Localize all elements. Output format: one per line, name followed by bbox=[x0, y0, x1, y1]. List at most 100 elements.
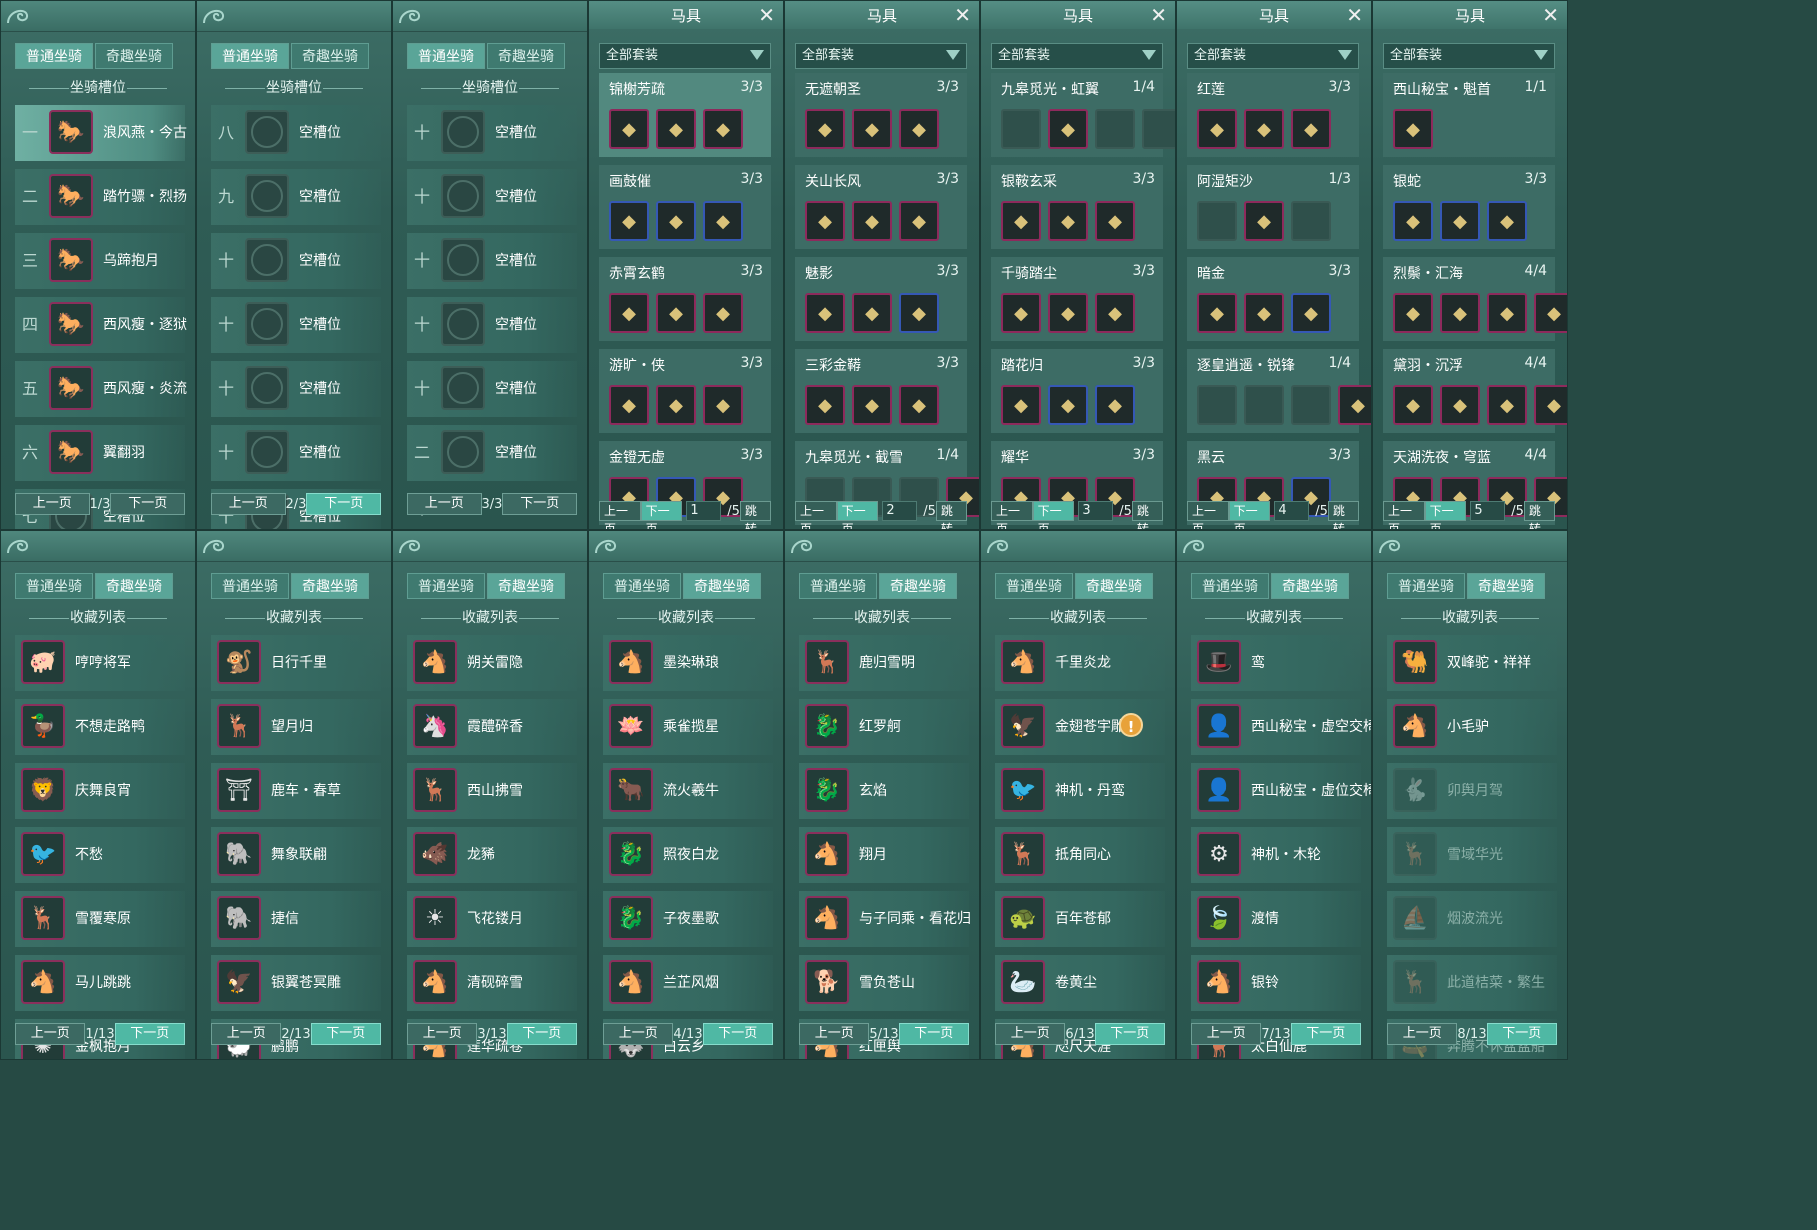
mount-slot-row[interactable]: 六 🐎 翼翻羽 bbox=[15, 425, 185, 481]
tack-item-icon[interactable]: ◆ bbox=[1095, 201, 1135, 241]
prev-page-button[interactable]: 上一页 bbox=[407, 493, 482, 515]
collection-row[interactable]: 🐦 神机・丹鸾 bbox=[995, 763, 1165, 819]
collection-row[interactable]: 🐉 玄焰 bbox=[799, 763, 969, 819]
tack-item-icon[interactable]: ◆ bbox=[1393, 293, 1433, 333]
collection-row[interactable]: 🐴 银铃 bbox=[1191, 955, 1361, 1011]
tack-set-card[interactable]: 锦榭芳疏 3/3 ◆ ◆ ◆ bbox=[599, 73, 771, 157]
tab-fun-mounts[interactable]: 奇趣坐骑 bbox=[487, 573, 565, 599]
mount-slot-row[interactable]: 三 🐎 乌蹄抱月 bbox=[15, 233, 185, 289]
prev-page-button[interactable]: 上一页 bbox=[599, 501, 641, 529]
tack-item-icon[interactable]: ◆ bbox=[1291, 109, 1331, 149]
empty-item-slot[interactable] bbox=[1095, 109, 1135, 149]
collection-row[interactable]: 🐕 雪负苍山 bbox=[799, 955, 969, 1011]
collection-row[interactable]: ⛩ 鹿车・春草 bbox=[211, 763, 381, 819]
set-filter-dropdown[interactable]: 全部套装 bbox=[1187, 43, 1359, 69]
tack-item-icon[interactable]: ◆ bbox=[1197, 293, 1237, 333]
tack-item-icon[interactable]: ◆ bbox=[609, 201, 649, 241]
tack-item-icon[interactable]: ◆ bbox=[1001, 293, 1041, 333]
collection-row[interactable]: 🐂 流火羲牛 bbox=[603, 763, 773, 819]
prev-page-button[interactable]: 上一页 bbox=[211, 1023, 282, 1045]
prev-page-button[interactable]: 上一页 bbox=[795, 501, 837, 529]
tack-item-icon[interactable]: ◆ bbox=[1440, 201, 1480, 241]
empty-item-slot[interactable] bbox=[1291, 201, 1331, 241]
mount-slot-row[interactable]: 十一 空槽位 bbox=[211, 297, 381, 390]
collection-row[interactable]: 🐉 子夜墨歌 bbox=[603, 891, 773, 947]
tack-item-icon[interactable]: ◆ bbox=[609, 385, 649, 425]
tack-set-card[interactable]: 魅影 3/3 ◆ ◆ ◆ bbox=[795, 257, 967, 341]
collection-row[interactable]: 🦌 抵角同心 bbox=[995, 827, 1165, 883]
next-page-button[interactable]: 下一页 bbox=[110, 493, 185, 515]
prev-page-button[interactable]: 上一页 bbox=[1191, 1023, 1262, 1045]
mount-slot-row[interactable]: 十七 空槽位 bbox=[407, 233, 577, 326]
next-page-button[interactable]: 下一页 bbox=[114, 1023, 185, 1045]
tack-item-icon[interactable]: ◆ bbox=[1487, 385, 1527, 425]
mount-slot-row[interactable]: 十九 空槽位 bbox=[407, 361, 577, 454]
alert-icon[interactable]: ! bbox=[1119, 713, 1143, 737]
collection-row[interactable]: 🐴 马儿跳跳 bbox=[15, 955, 185, 1011]
next-page-button[interactable]: 下一页 bbox=[1032, 501, 1075, 529]
next-page-button[interactable]: 下一页 bbox=[640, 501, 683, 529]
tab-normal-mounts[interactable]: 普通坐骑 bbox=[603, 573, 681, 599]
collection-row[interactable]: 🐴 清砚碎雪 bbox=[407, 955, 577, 1011]
next-page-button[interactable]: 下一页 bbox=[502, 493, 577, 515]
mount-slot-row[interactable]: 十 空槽位 bbox=[211, 233, 381, 289]
tab-normal-mounts[interactable]: 普通坐骑 bbox=[211, 43, 289, 69]
collection-row[interactable]: 🦌 雪域华光 bbox=[1387, 827, 1557, 883]
page-input[interactable]: 5 bbox=[1470, 501, 1506, 521]
next-page-button[interactable]: 下一页 bbox=[836, 501, 879, 529]
prev-page-button[interactable]: 上一页 bbox=[1187, 501, 1229, 529]
tack-item-icon[interactable]: ◆ bbox=[1095, 385, 1135, 425]
next-page-button[interactable]: 下一页 bbox=[1290, 1023, 1361, 1045]
tab-normal-mounts[interactable]: 普通坐骑 bbox=[995, 573, 1073, 599]
mount-slot-row[interactable]: 十八 空槽位 bbox=[407, 297, 577, 390]
close-icon[interactable]: ✕ bbox=[1346, 3, 1363, 27]
collection-row[interactable]: 🐫 双峰驼・祥祥 bbox=[1387, 635, 1557, 691]
tack-item-icon[interactable]: ◆ bbox=[609, 293, 649, 333]
jump-button[interactable]: 跳转 bbox=[935, 501, 967, 529]
collection-row[interactable]: 🐴 翔月 bbox=[799, 827, 969, 883]
tack-item-icon[interactable]: ◆ bbox=[852, 293, 892, 333]
tack-set-card[interactable]: 关山长风 3/3 ◆ ◆ ◆ bbox=[795, 165, 967, 249]
collection-row[interactable]: 🐦 不愁 bbox=[15, 827, 185, 883]
tack-item-icon[interactable]: ◆ bbox=[703, 109, 743, 149]
collection-row[interactable]: 🐴 小毛驴 bbox=[1387, 699, 1557, 755]
tack-item-icon[interactable]: ◆ bbox=[703, 201, 743, 241]
jump-button[interactable]: 跳转 bbox=[1327, 501, 1359, 529]
close-icon[interactable]: ✕ bbox=[758, 3, 775, 27]
mount-slot-row[interactable]: 十三 空槽位 bbox=[211, 425, 381, 518]
tack-item-icon[interactable]: ◆ bbox=[1048, 109, 1088, 149]
jump-button[interactable]: 跳转 bbox=[1523, 501, 1555, 529]
tab-fun-mounts[interactable]: 奇趣坐骑 bbox=[487, 43, 565, 69]
tack-item-icon[interactable]: ◆ bbox=[1291, 293, 1331, 333]
close-icon[interactable]: ✕ bbox=[954, 3, 971, 27]
tack-item-icon[interactable]: ◆ bbox=[703, 385, 743, 425]
prev-page-button[interactable]: 上一页 bbox=[995, 1023, 1066, 1045]
mount-slot-row[interactable]: 二 🐎 踏竹骠・烈扬 bbox=[15, 169, 187, 225]
tack-item-icon[interactable]: ◆ bbox=[852, 109, 892, 149]
tack-item-icon[interactable]: ◆ bbox=[1244, 109, 1284, 149]
next-page-button[interactable]: 下一页 bbox=[702, 1023, 773, 1045]
tack-item-icon[interactable]: ◆ bbox=[609, 109, 649, 149]
tack-item-icon[interactable]: ◆ bbox=[1440, 293, 1480, 333]
tack-item-icon[interactable]: ◆ bbox=[1095, 293, 1135, 333]
tab-normal-mounts[interactable]: 普通坐骑 bbox=[799, 573, 877, 599]
page-input[interactable]: 3 bbox=[1078, 501, 1114, 521]
set-filter-dropdown[interactable]: 全部套装 bbox=[1383, 43, 1555, 69]
tack-item-icon[interactable]: ◆ bbox=[1487, 201, 1527, 241]
empty-item-slot[interactable] bbox=[1001, 109, 1041, 149]
collection-row[interactable]: 🦌 此道桔菜・繁生 bbox=[1387, 955, 1557, 1011]
tack-item-icon[interactable]: ◆ bbox=[805, 385, 845, 425]
prev-page-button[interactable]: 上一页 bbox=[407, 1023, 478, 1045]
tack-set-card[interactable]: 无遮朝圣 3/3 ◆ ◆ ◆ bbox=[795, 73, 967, 157]
prev-page-button[interactable]: 上一页 bbox=[15, 493, 90, 515]
next-page-button[interactable]: 下一页 bbox=[506, 1023, 577, 1045]
collection-row[interactable]: 🐉 照夜白龙 bbox=[603, 827, 773, 883]
tack-set-card[interactable]: 千骑踏尘 3/3 ◆ ◆ ◆ bbox=[991, 257, 1163, 341]
collection-row[interactable]: 🦌 望月归 bbox=[211, 699, 381, 755]
empty-item-slot[interactable] bbox=[1291, 385, 1331, 425]
set-filter-dropdown[interactable]: 全部套装 bbox=[599, 43, 771, 69]
mount-slot-row[interactable]: 十六 空槽位 bbox=[407, 169, 577, 262]
collection-row[interactable]: 🦌 雪覆寒原 bbox=[15, 891, 185, 947]
tab-fun-mounts[interactable]: 奇趣坐骑 bbox=[291, 43, 369, 69]
prev-page-button[interactable]: 上一页 bbox=[1383, 501, 1425, 529]
